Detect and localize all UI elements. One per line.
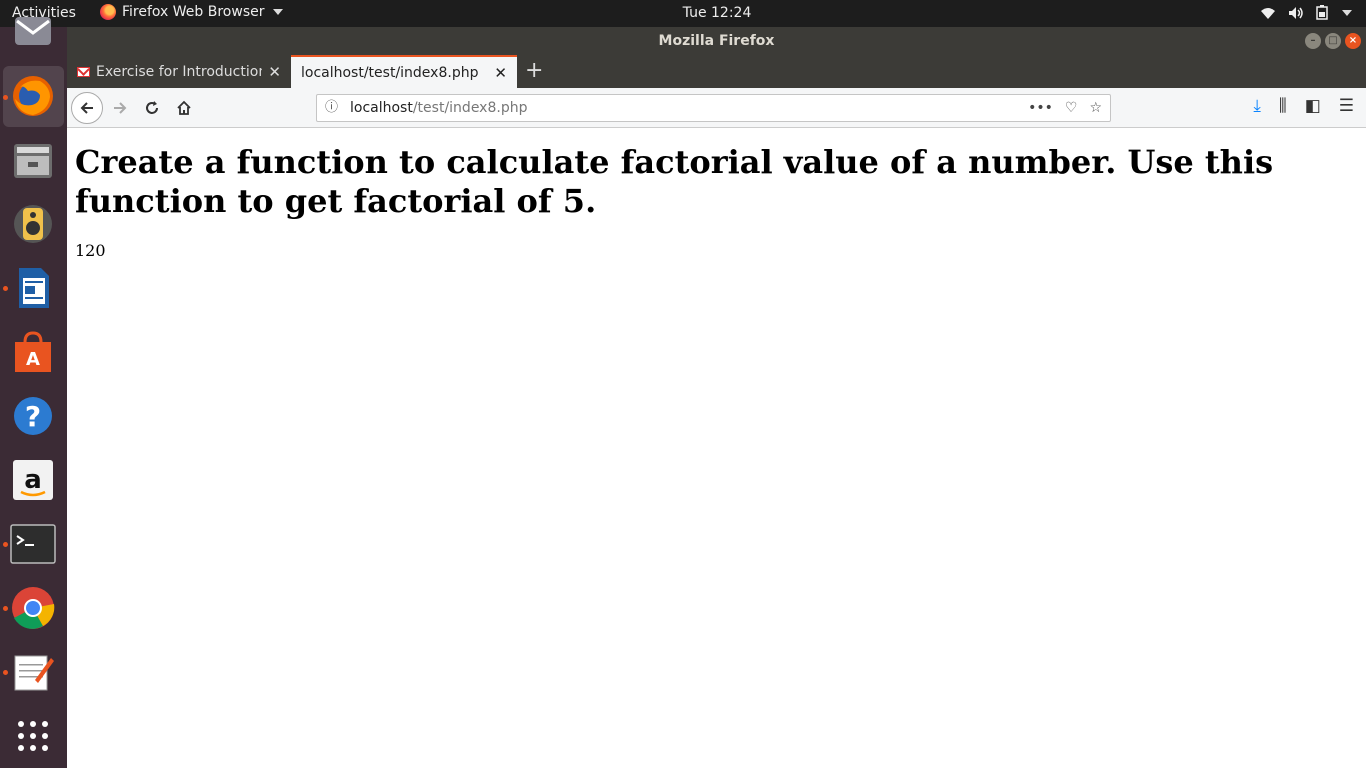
show-apps-icon[interactable]	[9, 712, 57, 760]
clock[interactable]: Tue 12:24	[0, 5, 1366, 21]
url-bar[interactable]: ⓘ localhost/test/index8.php ••• ♡ ☆	[316, 94, 1111, 122]
page-actions-icon[interactable]: •••	[1028, 95, 1053, 121]
tab-label: Exercise for Introduction	[96, 63, 263, 80]
files-icon[interactable]	[9, 5, 57, 53]
url-host: localhost	[350, 100, 413, 116]
home-icon	[177, 100, 191, 115]
svg-text:a: a	[24, 465, 42, 495]
svg-text:A: A	[26, 349, 40, 370]
amazon-icon[interactable]: a	[9, 456, 57, 504]
arrow-right-icon	[114, 102, 127, 114]
software-center-icon[interactable]: A	[9, 328, 57, 376]
url-text: localhost/test/index8.php	[350, 95, 527, 121]
download-icon[interactable]: ⤓	[1253, 96, 1261, 116]
chrome-icon[interactable]	[9, 584, 57, 632]
top-bar: Activities Firefox Web Browser Tue 12:24	[0, 0, 1366, 27]
tab-exercise[interactable]: Exercise for Introduction ✕	[67, 55, 291, 88]
volume-icon	[1289, 6, 1303, 19]
menu-icon[interactable]: ☰	[1339, 96, 1354, 116]
page-heading: Create a function to calculate factorial…	[75, 143, 1274, 220]
svg-text:?: ?	[25, 400, 41, 433]
minimize-button[interactable]: –	[1305, 33, 1321, 49]
system-tray[interactable]	[1260, 5, 1352, 20]
text-editor-icon[interactable]	[9, 648, 57, 696]
close-window-button[interactable]: ×	[1345, 33, 1361, 49]
arrow-left-icon	[80, 102, 93, 114]
close-tab-icon[interactable]: ✕	[268, 63, 281, 81]
new-tab-button[interactable]: +	[525, 58, 543, 83]
close-tab-icon[interactable]: ✕	[494, 64, 507, 82]
info-icon[interactable]: ⓘ	[325, 95, 338, 121]
navigation-toolbar: ⓘ localhost/test/index8.php ••• ♡ ☆ ⤓ ⫼ …	[67, 88, 1366, 128]
terminal-icon[interactable]	[9, 520, 57, 568]
pocket-icon[interactable]: ♡	[1065, 95, 1078, 121]
help-icon[interactable]: ?	[9, 392, 57, 440]
factorial-result: 120	[75, 241, 106, 260]
library-icon[interactable]: ⫼	[1279, 96, 1287, 116]
window-titlebar[interactable]: Mozilla Firefox – □ ×	[67, 27, 1366, 55]
rhythmbox-icon[interactable]	[9, 200, 57, 248]
tab-localhost[interactable]: localhost/test/index8.php ✕	[291, 55, 517, 88]
maximize-button[interactable]: □	[1325, 33, 1341, 49]
firefox-window: Mozilla Firefox – □ × Exercise for Intro…	[67, 27, 1366, 768]
tab-label: localhost/test/index8.php	[301, 64, 479, 81]
chevron-down-icon	[1342, 9, 1352, 16]
tab-strip: Exercise for Introduction ✕ localhost/te…	[67, 55, 1366, 88]
firefox-icon[interactable]	[9, 72, 57, 120]
wifi-icon	[1261, 7, 1275, 19]
launcher-dock: A ? a	[0, 17, 67, 768]
home-button[interactable]	[168, 92, 200, 124]
back-button[interactable]	[71, 92, 103, 124]
url-path: /test/index8.php	[412, 100, 528, 116]
reload-button[interactable]	[136, 92, 168, 124]
page-content: Create a function to calculate factorial…	[67, 129, 1366, 768]
battery-icon	[1316, 5, 1328, 20]
bookmark-star-icon[interactable]: ☆	[1089, 95, 1102, 121]
libreoffice-writer-icon[interactable]	[9, 264, 57, 312]
gmail-icon	[77, 66, 90, 77]
forward-button[interactable]	[104, 92, 136, 124]
window-title: Mozilla Firefox	[658, 33, 775, 49]
file-manager-icon[interactable]	[9, 136, 57, 184]
reload-icon	[146, 101, 158, 114]
sidebar-icon[interactable]: ◧	[1305, 96, 1321, 116]
